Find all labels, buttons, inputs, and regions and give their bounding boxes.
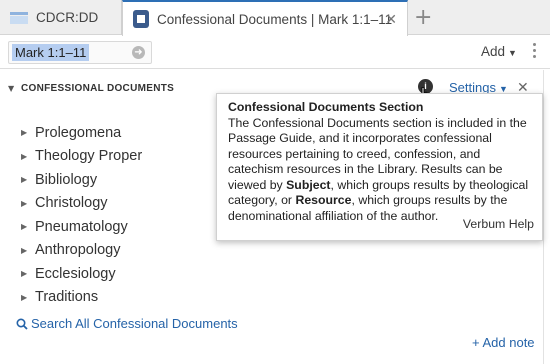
subject-tree: ▶ Prolegomena ▶ Theology Proper ▶ Bibliolog… [21, 121, 142, 309]
close-tab-icon[interactable]: ✕ [385, 11, 397, 28]
tab-label: Confessional Documents | Mark 1:1–11 [157, 11, 393, 27]
expand-triangle-icon[interactable]: ▶ [21, 293, 35, 302]
tree-item-bibliology[interactable]: ▶ Bibliology [21, 168, 142, 192]
tree-item-label: Pneumatology [35, 218, 128, 235]
tree-item-theology-proper[interactable]: ▶ Theology Proper [21, 145, 142, 169]
expand-triangle-icon[interactable]: ▶ [21, 152, 35, 161]
search-icon [16, 317, 28, 330]
help-link[interactable]: Verbum Help [463, 217, 534, 233]
tree-item-ecclesiology[interactable]: ▶ Ecclesiology [21, 262, 142, 286]
popup-title: Confessional Documents Section [228, 100, 424, 114]
tab-label: CDCR:DD [36, 10, 99, 25]
tree-item-traditions[interactable]: ▶ Traditions [21, 286, 142, 310]
new-tab-icon[interactable]: + [414, 5, 432, 30]
layout-icon [10, 11, 28, 24]
expand-triangle-icon[interactable]: ▶ [21, 175, 35, 184]
tree-item-label: Anthropology [35, 242, 121, 259]
book-icon [133, 10, 149, 28]
expand-triangle-icon[interactable]: ▶ [21, 269, 35, 278]
more-options-icon[interactable] [533, 43, 537, 61]
popup-bold-resource: Resource [295, 193, 352, 207]
tree-item-label: Traditions [35, 289, 99, 306]
tree-item-label: Bibliology [35, 171, 98, 188]
reference-value[interactable]: Mark 1:1–11 [12, 44, 90, 61]
expand-triangle-icon[interactable]: ▶ [21, 222, 35, 231]
search-all-link[interactable]: Search All Confessional Documents [16, 316, 238, 331]
popup-bold-subject: Subject [286, 177, 331, 192]
add-label: Add [481, 44, 506, 59]
toolbar: Mark 1:1–11 ➜ Add ▼ [0, 36, 550, 69]
collapse-caret-icon[interactable]: ▼ [8, 84, 14, 93]
expand-triangle-icon[interactable]: ▶ [21, 199, 35, 208]
tree-item-anthropology[interactable]: ▶ Anthropology [21, 239, 142, 263]
tree-item-label: Theology Proper [35, 148, 143, 165]
reference-input[interactable]: Mark 1:1–11 ➜ [8, 41, 152, 64]
tree-item-label: Ecclesiology [35, 265, 116, 282]
popup-body: The Confessional Documents section is in… [228, 116, 532, 225]
expand-triangle-icon[interactable]: ▶ [21, 128, 35, 137]
tab-confessional-documents[interactable]: Confessional Documents | Mark 1:1–11 ✕ [122, 0, 408, 36]
info-popup: Confessional Documents Section The Confe… [216, 93, 543, 241]
tree-item-label: Christology [35, 195, 108, 212]
go-arrow-icon[interactable]: ➜ [132, 46, 145, 59]
add-button[interactable]: Add ▼ [481, 44, 517, 59]
section-title[interactable]: CONFESSIONAL DOCUMENTS [21, 83, 174, 94]
tab-bar: CDCR:DD Confessional Documents | Mark 1:… [0, 0, 550, 36]
tree-item-prolegomena[interactable]: ▶ Prolegomena [21, 121, 142, 145]
tree-item-christology[interactable]: ▶ Christology [21, 192, 142, 216]
search-all-label: Search All Confessional Documents [31, 316, 238, 331]
tree-item-pneumatology[interactable]: ▶ Pneumatology [21, 215, 142, 239]
expand-triangle-icon[interactable]: ▶ [21, 246, 35, 255]
tree-item-label: Prolegomena [35, 124, 122, 141]
add-note-link[interactable]: + Add note [472, 335, 535, 350]
chevron-down-icon: ▼ [508, 48, 517, 58]
scrollbar-track[interactable] [543, 70, 544, 364]
tab-cdcr[interactable]: CDCR:DD [0, 0, 122, 35]
